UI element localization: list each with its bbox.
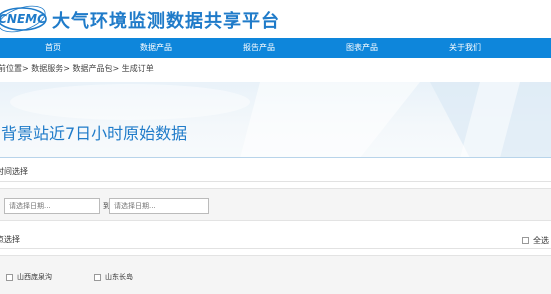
- cnemc-logo-graphic: CNEMC: [0, 5, 47, 33]
- end-date-input[interactable]: [109, 198, 209, 214]
- nav-item-data-products[interactable]: 数据产品: [140, 38, 172, 58]
- site-title[interactable]: 大气环境监测数据共享平台: [52, 7, 280, 33]
- station-section-divider: [0, 248, 551, 249]
- station-label: 山东长岛: [105, 273, 133, 281]
- select-all-checkbox-box[interactable]: [522, 237, 529, 244]
- cnemc-logo[interactable]: CNEMC: [0, 5, 48, 33]
- station-selection-panel: 山西庞泉沟 山东长岛: [0, 255, 551, 294]
- select-all-label: 全选: [533, 236, 549, 245]
- page-banner: 背景站近7日小时原始数据: [0, 82, 551, 158]
- station-checkbox-box[interactable]: [94, 273, 101, 281]
- nav-item-home[interactable]: 首页: [45, 38, 61, 58]
- site-header: CNEMC 大气环境监测数据共享平台: [0, 0, 551, 38]
- station-checkbox-box[interactable]: [6, 273, 13, 281]
- nav-item-chart-products[interactable]: 图表产品: [346, 38, 378, 58]
- station-section-label: 点选择: [0, 235, 20, 244]
- station-checkbox-shanxi-pangquangou[interactable]: 山西庞泉沟: [6, 272, 52, 282]
- start-date-input[interactable]: [4, 198, 100, 214]
- breadcrumb: 前位置> 数据服务> 数据产品包> 生成订单: [0, 64, 154, 73]
- select-all-checkbox[interactable]: 全选: [522, 235, 549, 246]
- station-checkbox-shandong-changdao[interactable]: 山东长岛: [94, 272, 133, 282]
- time-selection-panel: 到: [0, 188, 551, 221]
- logo-text: CNEMC: [0, 12, 46, 26]
- time-section-divider: [0, 181, 551, 182]
- main-nav: 首页 数据产品 报告产品 图表产品 关于我们: [0, 38, 551, 58]
- page-title: 背景站近7日小时原始数据: [1, 124, 188, 143]
- time-section-label: 时间选择: [0, 167, 28, 176]
- station-label: 山西庞泉沟: [17, 273, 52, 281]
- nav-item-report-products[interactable]: 报告产品: [243, 38, 275, 58]
- nav-item-about-us[interactable]: 关于我们: [449, 38, 481, 58]
